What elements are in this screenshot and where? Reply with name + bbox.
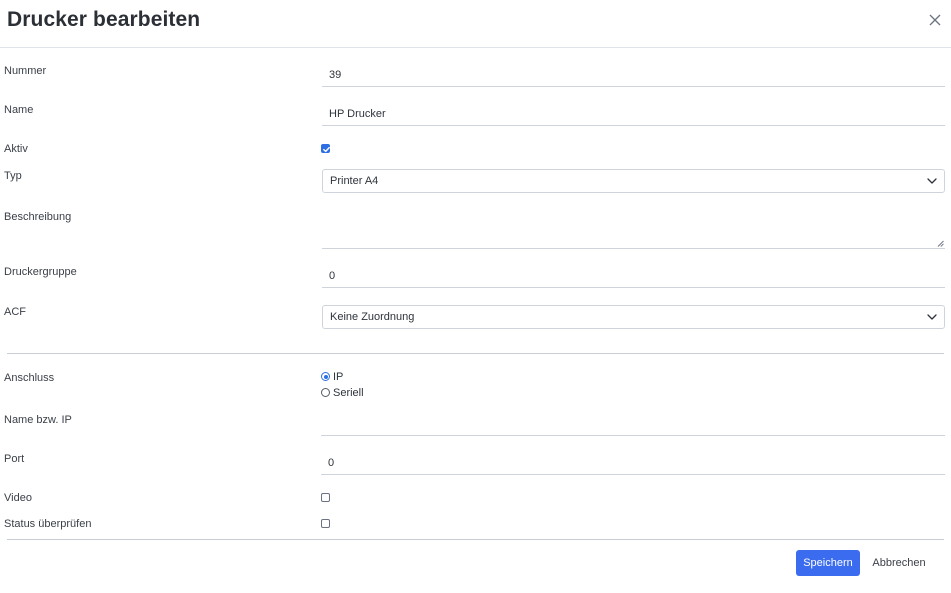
video-label: Video <box>4 492 32 504</box>
chevron-down-icon <box>927 314 937 320</box>
resize-grip-icon[interactable] <box>937 240 944 247</box>
port-input[interactable] <box>321 452 945 475</box>
druckergruppe-input[interactable] <box>322 265 945 288</box>
beschreibung-textarea[interactable] <box>322 201 945 249</box>
anschluss-option-label: Seriell <box>333 387 364 399</box>
typ-label: Typ <box>4 170 22 182</box>
anschluss-option-seriell[interactable]: Seriell <box>321 387 364 401</box>
radio-unselected[interactable] <box>321 388 330 397</box>
typ-selected-value: Printer A4 <box>330 175 379 187</box>
status-label: Status überprüfen <box>4 518 92 530</box>
name-label: Name <box>4 104 34 116</box>
section-divider <box>7 353 944 354</box>
chevron-down-icon <box>927 178 937 184</box>
footer-divider <box>7 539 944 540</box>
typ-select[interactable]: Printer A4 <box>322 169 945 193</box>
acf-selected-value: Keine Zuordnung <box>330 311 415 323</box>
video-checkbox[interactable] <box>321 493 330 502</box>
close-icon <box>929 14 941 26</box>
cancel-button[interactable]: Abbrechen <box>866 550 932 576</box>
aktiv-checkbox[interactable] <box>321 144 330 153</box>
acf-label: ACF <box>4 306 26 318</box>
beschreibung-label: Beschreibung <box>4 211 72 223</box>
port-label: Port <box>4 453 25 465</box>
name-ip-label: Name bzw. IP <box>4 414 72 426</box>
anschluss-label: Anschluss <box>4 372 55 384</box>
acf-select[interactable]: Keine Zuordnung <box>322 305 945 329</box>
edit-printer-dialog: Drucker bearbeiten Nummer Name Aktiv Typ… <box>0 0 951 593</box>
name-input[interactable] <box>322 103 945 126</box>
anschluss-option-label: IP <box>333 371 344 383</box>
anschluss-option-ip[interactable]: IP <box>321 371 343 385</box>
aktiv-label: Aktiv <box>4 143 28 155</box>
save-button[interactable]: Speichern <box>796 550 860 576</box>
druckergruppe-label: Druckergruppe <box>4 266 77 278</box>
dialog-title: Drucker bearbeiten <box>7 8 201 31</box>
name-ip-input[interactable] <box>321 413 945 436</box>
close-button[interactable] <box>926 11 944 29</box>
radio-selected[interactable] <box>321 372 330 381</box>
status-checkbox[interactable] <box>321 519 330 528</box>
nummer-input[interactable] <box>322 64 945 87</box>
check-icon <box>323 146 330 153</box>
dialog-header: Drucker bearbeiten <box>0 0 951 48</box>
nummer-label: Nummer <box>4 65 47 77</box>
